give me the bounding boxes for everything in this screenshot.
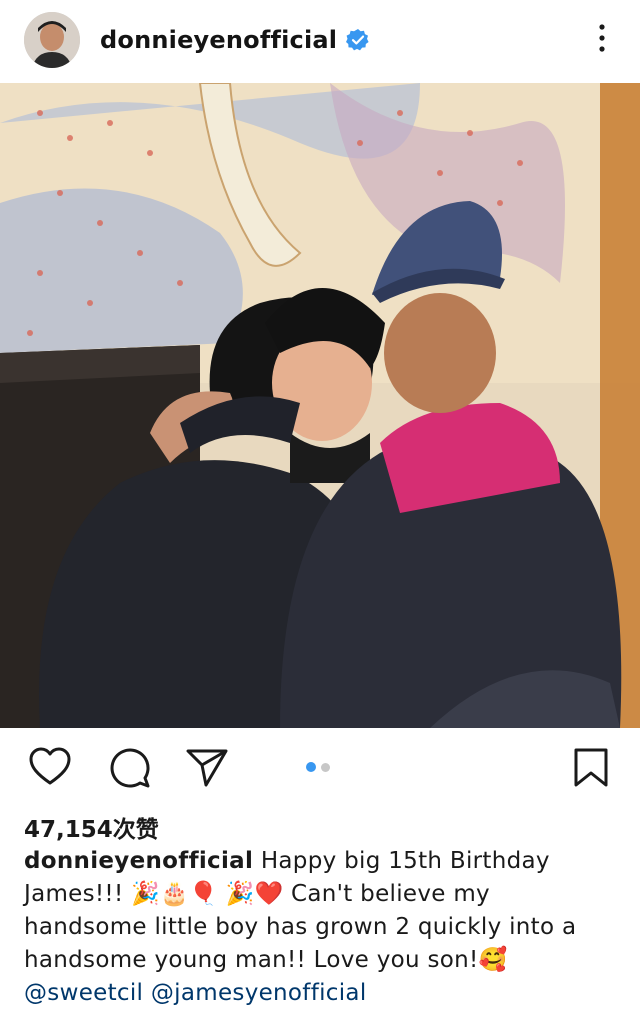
mention-link[interactable]: @sweetcil: [24, 980, 143, 1006]
carousel-dot: [321, 762, 330, 772]
verified-badge-icon: [346, 28, 370, 52]
caption-line: Happy big 15th Birthday: [260, 848, 550, 874]
caption-username[interactable]: donnieyenofficial: [24, 848, 253, 874]
heart-icon: [29, 747, 71, 785]
avatar[interactable]: [24, 12, 80, 68]
comment-button[interactable]: [107, 745, 153, 791]
action-bar: [0, 735, 640, 799]
caption-line: James!!! 🎉🎂🎈 🎉❤️ Can't believe my: [24, 881, 490, 907]
carousel-indicator: [306, 762, 330, 772]
mention-link[interactable]: @jamesyenofficial: [151, 980, 367, 1006]
username[interactable]: donnieyenofficial: [100, 26, 337, 54]
more-options-button[interactable]: [590, 22, 614, 54]
more-vertical-icon: [599, 24, 605, 52]
like-button[interactable]: [27, 745, 73, 791]
carousel-dot-active: [306, 762, 316, 772]
post-header: donnieyenofficial: [0, 0, 640, 80]
post-caption: donnieyenofficial Happy big 15th Birthda…: [24, 845, 616, 1010]
save-button[interactable]: [568, 745, 614, 791]
bookmark-icon: [574, 748, 608, 787]
send-icon: [186, 749, 228, 787]
likes-count[interactable]: 47,154次赞: [24, 810, 159, 844]
comment-icon: [110, 748, 150, 788]
post-photo[interactable]: [0, 83, 640, 728]
share-button[interactable]: [184, 745, 230, 791]
caption-line: handsome young man!! Love you son!🥰: [24, 947, 508, 973]
caption-line: handsome little boy has grown 2 quickly …: [24, 914, 577, 940]
